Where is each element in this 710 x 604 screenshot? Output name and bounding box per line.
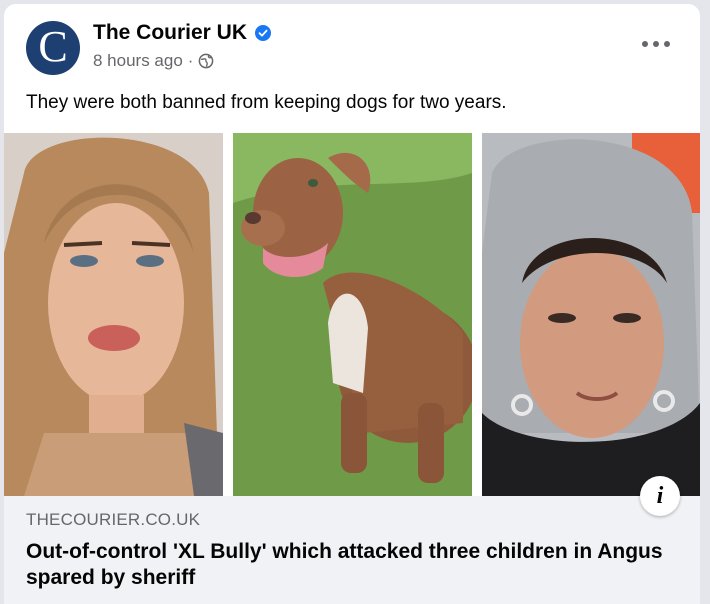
link-preview[interactable]: THECOURIER.CO.UK Out-of-control 'XL Bull…: [4, 496, 700, 604]
photo-woman[interactable]: [4, 133, 223, 496]
verified-badge-icon: [255, 25, 272, 41]
link-domain: THECOURIER.CO.UK: [26, 510, 201, 529]
avatar[interactable]: C: [26, 21, 80, 75]
info-icon[interactable]: i: [640, 476, 680, 516]
more-dot: [653, 41, 659, 47]
woman-illustration: [4, 133, 223, 496]
page-name-row: The Courier UK: [93, 21, 272, 45]
post-header: C The Courier UK 8 hours ago ·: [4, 4, 700, 84]
post-images[interactable]: [4, 133, 700, 496]
link-headline[interactable]: Out-of-control 'XL Bully' which attacked…: [26, 539, 676, 591]
more-options-icon[interactable]: [642, 34, 670, 54]
post-meta: 8 hours ago ·: [93, 51, 214, 71]
page-name[interactable]: The Courier UK: [93, 21, 247, 45]
dog-illustration: [233, 133, 472, 496]
post-card: C The Courier UK 8 hours ago · They were…: [4, 4, 700, 604]
post-caption: They were both banned from keeping dogs …: [26, 92, 507, 113]
more-dot: [664, 41, 670, 47]
globe-icon[interactable]: [198, 53, 214, 69]
photo-dog[interactable]: [233, 133, 472, 496]
photo-man-hoodie[interactable]: [482, 133, 700, 496]
meta-separator: ·: [187, 51, 194, 70]
avatar-letter: C: [38, 22, 68, 71]
post-time[interactable]: 8 hours ago: [93, 51, 183, 71]
man-illustration: [482, 133, 700, 496]
more-dot: [642, 41, 648, 47]
